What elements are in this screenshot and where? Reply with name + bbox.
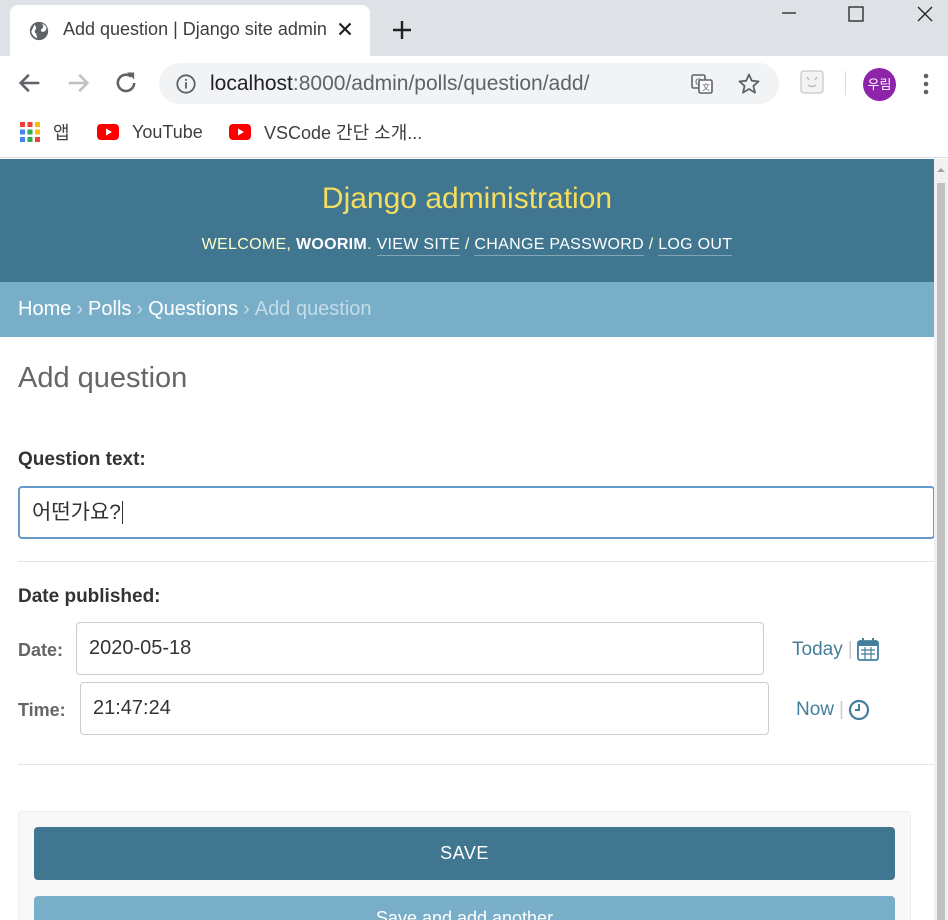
extension-icon[interactable] (799, 69, 825, 95)
breadcrumb-separator: › (243, 298, 250, 320)
forward-icon[interactable] (64, 69, 92, 97)
breadcrumb-separator: › (76, 298, 84, 320)
date-shortcuts: Today | (792, 638, 879, 661)
admin-header: Django administration WELCOME, WOORIM. V… (0, 159, 934, 282)
text-cursor: ​ (121, 501, 123, 524)
breadcrumb: Home › Polls › Questions › Add question (0, 282, 934, 337)
close-tab-icon[interactable] (334, 18, 356, 40)
apps-grid-icon (20, 122, 40, 142)
question-text-value: 어떤가요? (32, 501, 121, 524)
question-text-label: Question text: (18, 449, 146, 470)
more-menu-icon[interactable] (916, 70, 936, 98)
calendar-icon[interactable] (856, 638, 879, 661)
scrollbar-thumb[interactable] (937, 183, 945, 920)
site-branding[interactable]: Django administration (0, 182, 934, 216)
bookmarks-bar: 앱 YouTube VSCode 간단 소개... (0, 111, 948, 158)
close-window-icon[interactable] (910, 4, 940, 30)
minimize-icon[interactable] (774, 4, 804, 30)
date-published-label: Date published: (18, 586, 161, 607)
date-label: Date: (18, 640, 64, 660)
bookmark-star-icon[interactable] (737, 72, 761, 96)
submit-row: SAVE Save and add another (18, 811, 911, 920)
youtube-icon (229, 124, 251, 140)
tab-title: Add question | Django site admin (63, 19, 327, 39)
maximize-icon[interactable] (841, 4, 871, 30)
admin-page: Django administration WELCOME, WOORIM. V… (0, 159, 934, 920)
view-site-link[interactable]: VIEW SITE (376, 236, 461, 256)
browser-toolbar: localhost:8000/admin/polls/question/add/… (0, 56, 948, 111)
youtube-icon (97, 124, 119, 140)
translate-icon[interactable]: G 文 (690, 72, 714, 96)
log-out-link[interactable]: LOG OUT (658, 236, 733, 256)
new-tab-icon[interactable] (390, 18, 414, 42)
page-scrollbar[interactable] (934, 159, 948, 920)
address-bar[interactable]: localhost:8000/admin/polls/question/add/… (159, 63, 779, 104)
breadcrumb-polls[interactable]: Polls (88, 298, 131, 320)
save-button[interactable]: SAVE (34, 827, 895, 880)
page-title: Add question (18, 362, 188, 394)
svg-text:文: 文 (702, 82, 710, 92)
toolbar-separator (845, 71, 846, 95)
shortcut-separator: | (839, 699, 844, 720)
back-icon[interactable] (16, 69, 44, 97)
shortcut-separator: | (847, 638, 853, 660)
divider (18, 764, 934, 765)
bookmark-youtube[interactable]: YouTube (97, 119, 203, 145)
url-text: localhost:8000/admin/polls/question/add/ (210, 72, 589, 96)
breadcrumb-current: Add question (254, 298, 372, 320)
question-text-input[interactable]: 어떤가요?​ (18, 486, 934, 539)
globe-icon (29, 21, 49, 41)
save-and-add-another-button[interactable]: Save and add another (34, 896, 895, 920)
info-icon[interactable] (175, 73, 197, 95)
now-link[interactable]: Now (796, 699, 834, 721)
bookmark-label: VSCode 간단 소개... (264, 123, 423, 143)
url-host: localhost (210, 72, 293, 95)
change-password-link[interactable]: CHANGE PASSWORD (474, 236, 644, 256)
breadcrumb-questions[interactable]: Questions (148, 298, 238, 320)
username: WOORIM (295, 236, 368, 253)
profile-avatar[interactable]: 우림 (863, 68, 896, 101)
date-input[interactable]: 2020-05-18 (76, 622, 764, 675)
url-path: :8000/admin/polls/question/add/ (292, 72, 590, 95)
tab-strip: Add question | Django site admin (0, 0, 948, 56)
bookmark-label: 앱 (53, 123, 70, 143)
browser-tab[interactable]: Add question | Django site admin (10, 5, 370, 56)
breadcrumb-separator: › (136, 298, 144, 320)
time-input[interactable]: 21:47:24 (80, 682, 769, 735)
bookmark-label: YouTube (132, 121, 203, 142)
reload-icon[interactable] (112, 69, 140, 97)
today-link[interactable]: Today (792, 639, 843, 661)
bookmark-vscode[interactable]: VSCode 간단 소개... (229, 119, 422, 145)
time-label: Time: (18, 700, 66, 720)
bookmark-apps[interactable]: 앱 (20, 119, 70, 145)
breadcrumb-home[interactable]: Home (18, 298, 71, 320)
scroll-up-icon[interactable] (936, 165, 946, 175)
welcome-text: WELCOME, (201, 236, 292, 253)
user-tools: WELCOME, WOORIM. VIEW SITE / CHANGE PASS… (0, 236, 934, 256)
clock-icon[interactable] (848, 699, 870, 721)
time-shortcuts: Now | (796, 699, 870, 721)
divider (18, 561, 934, 562)
